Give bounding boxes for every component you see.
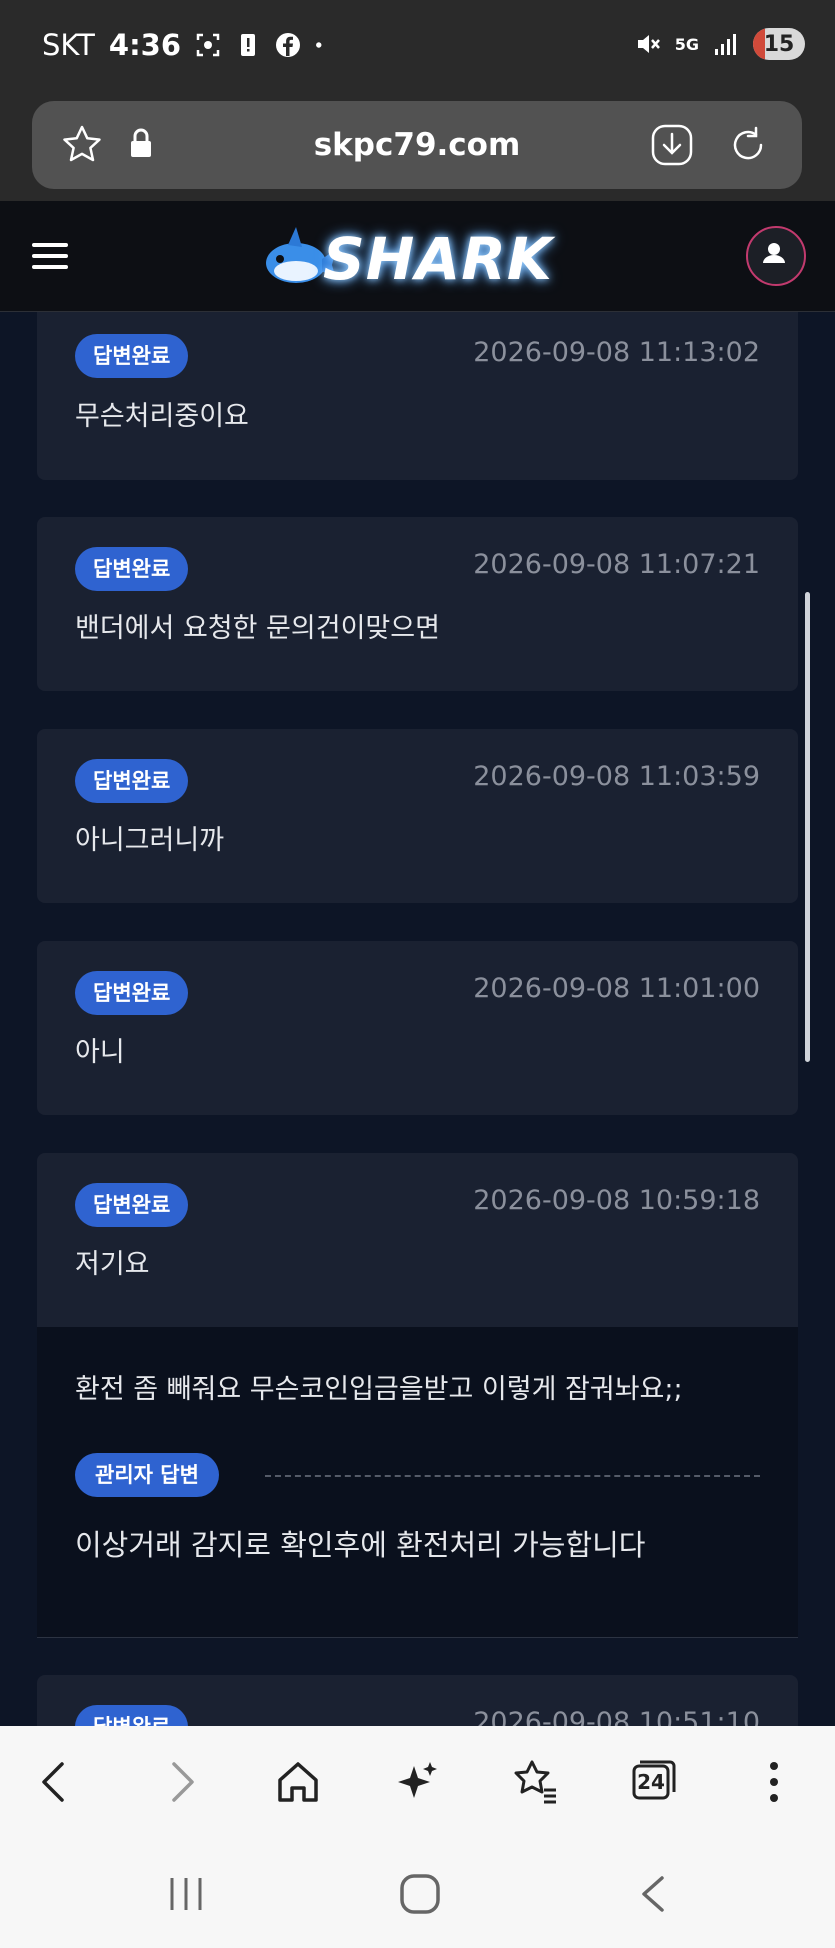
inquiry-item[interactable]: 답변완료 2026-09-08 10:51:10	[37, 1675, 798, 1726]
menu-icon[interactable]	[32, 243, 68, 269]
question-text: 환전 좀 빼줘요 무슨코인입금을받고 이렇게 잠궈놔요;;	[75, 1374, 683, 1405]
inquiry-date: 2026-09-08 10:51:10	[473, 1707, 760, 1726]
facebook-icon	[276, 33, 301, 57]
inquiry-title: 무슨처리중이요	[75, 401, 249, 432]
reload-icon[interactable]	[726, 123, 770, 167]
inquiry-date: 2026-09-08 11:13:02	[473, 337, 760, 368]
tab-count: 24	[637, 1770, 665, 1794]
inquiry-date: 2026-09-08 11:01:00	[473, 973, 760, 1004]
inquiry-item[interactable]: 답변완료 2026-09-08 11:07:21 밴더에서 요청한 문의건이맞으…	[37, 517, 798, 691]
site-header: SHARK	[0, 201, 835, 312]
user-icon	[763, 243, 785, 263]
inquiry-item[interactable]: 답변완료 2026-09-08 11:03:59 아니그러니까	[37, 729, 798, 903]
inquiry-date: 2026-09-08 10:59:18	[473, 1185, 760, 1216]
more-options-icon[interactable]	[748, 1756, 800, 1808]
ai-sparkle-icon[interactable]	[392, 1756, 444, 1808]
inquiry-title: 저기요	[75, 1249, 150, 1280]
back-icon[interactable]	[30, 1756, 82, 1808]
bookmarks-icon[interactable]	[510, 1756, 562, 1808]
home-button-icon[interactable]	[398, 1872, 442, 1916]
download-icon[interactable]	[650, 123, 694, 167]
inquiry-date: 2026-09-08 11:07:21	[473, 549, 760, 580]
home-icon[interactable]	[272, 1756, 324, 1808]
inquiry-item[interactable]: 답변완료 2026-09-08 11:13:02 무슨처리중이요	[37, 312, 798, 480]
address-bar[interactable]: skpc79.com	[32, 101, 802, 189]
inquiry-list: 답변완료 2026-09-08 11:13:02 무슨처리중이요 답변완료 20…	[0, 312, 835, 1726]
battery-indicator: 15	[753, 28, 805, 60]
status-badge: 답변완료	[75, 334, 189, 378]
answer-text: 이상거래 감지로 확인후에 환전처리 가능합니다	[75, 1528, 646, 1562]
inquiry-date: 2026-09-08 11:03:59	[473, 761, 760, 792]
system-nav-bar	[0, 1838, 835, 1948]
logo-text: SHARK	[323, 225, 553, 293]
status-badge: 답변완료	[75, 1705, 189, 1726]
dot-icon	[316, 42, 322, 48]
admin-reply-badge: 관리자 답변	[75, 1453, 219, 1497]
forward-icon[interactable]	[154, 1756, 206, 1808]
status-badge: 답변완료	[75, 1183, 189, 1227]
divider	[265, 1475, 760, 1477]
inquiry-title: 아니그러니까	[75, 825, 225, 856]
inquiry-item[interactable]: 답변완료 2026-09-08 11:01:00 아니	[37, 941, 798, 1115]
signal-icon	[715, 34, 736, 55]
screenshot-icon	[196, 33, 220, 57]
status-badge: 답변완료	[75, 971, 189, 1015]
status-badge: 답변완료	[75, 547, 189, 591]
alert-icon	[241, 34, 256, 56]
user-button[interactable]	[746, 226, 806, 286]
site-logo[interactable]: SHARK	[258, 219, 578, 295]
browser-bottom-nav: 24	[0, 1726, 835, 1838]
inquiry-item-expanded[interactable]: 답변완료 2026-09-08 10:59:18 저기요	[37, 1153, 798, 1333]
network-type: 5G	[674, 34, 699, 54]
carrier: SKT	[42, 28, 95, 62]
system-back-icon[interactable]	[632, 1872, 676, 1916]
recent-apps-icon[interactable]	[166, 1874, 206, 1914]
tabs-button[interactable]: 24	[632, 1760, 676, 1800]
inquiry-detail: 환전 좀 빼줘요 무슨코인입금을받고 이렇게 잠궈놔요;; 관리자 답변 이상거…	[37, 1327, 798, 1638]
scrollbar[interactable]	[805, 592, 810, 1062]
inquiry-title: 아니	[75, 1037, 125, 1068]
status-bar: SKT 4:36 5G 15	[0, 0, 835, 95]
status-badge: 답변완료	[75, 759, 189, 803]
inquiry-title: 밴더에서 요청한 문의건이맞으면	[75, 613, 440, 644]
browser-toolbar: skpc79.com	[0, 95, 835, 201]
mute-icon	[637, 35, 660, 53]
clock: 4:36	[108, 28, 182, 62]
